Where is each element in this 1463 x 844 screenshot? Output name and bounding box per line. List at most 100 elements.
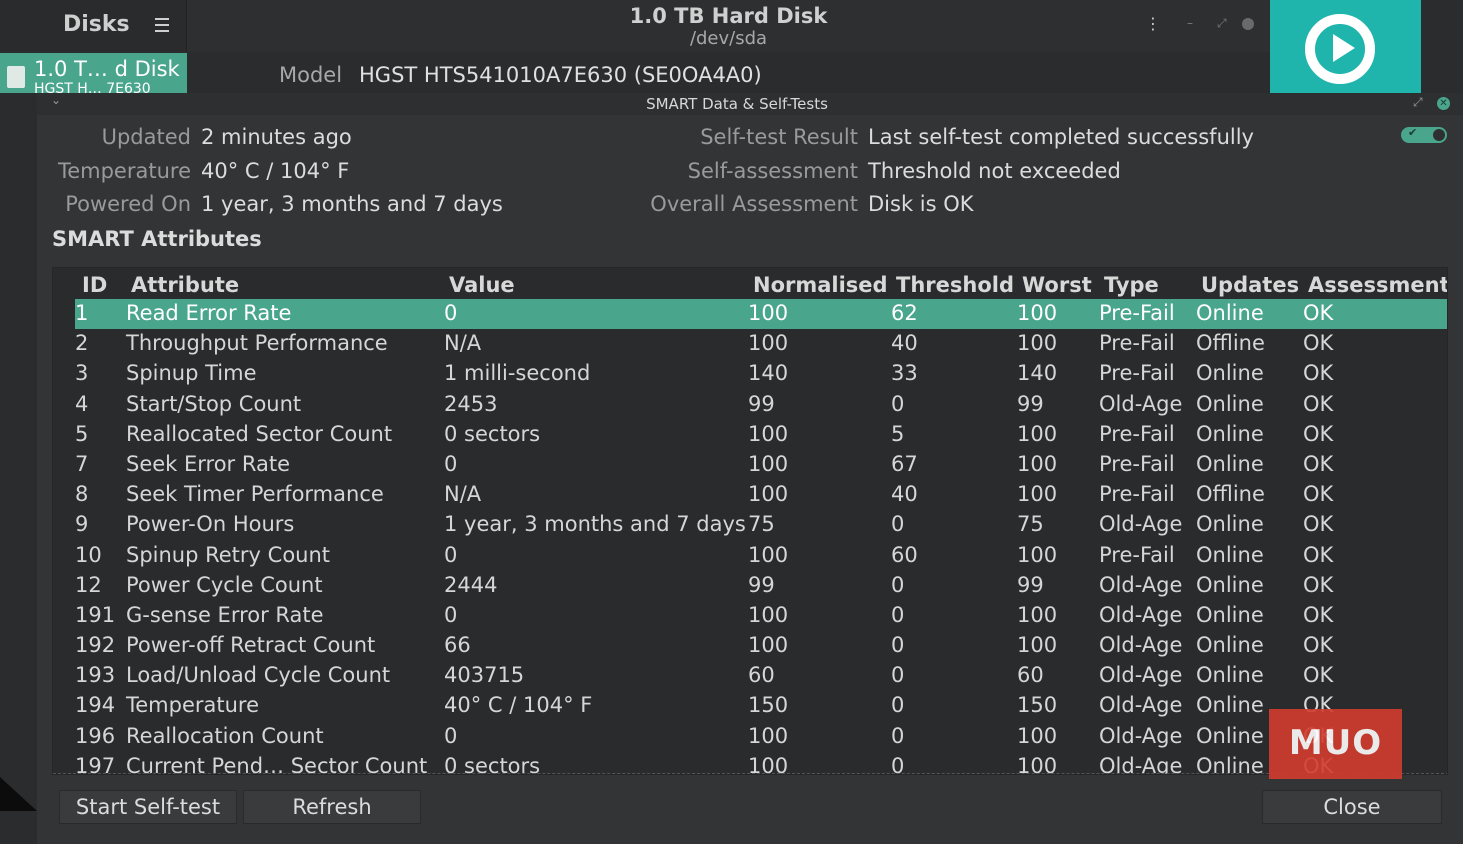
cell-worst: 100 xyxy=(1017,723,1058,748)
column-header-normalised[interactable]: Normalised xyxy=(753,273,888,297)
cell-type: Old-Age xyxy=(1099,633,1183,658)
table-row[interactable]: 4 Start/Stop Count 2453 99 0 99 Old-Age Online O… xyxy=(75,390,1447,420)
cell-threshold: 0 xyxy=(891,663,905,688)
cell-attribute: G-sense Error Rate xyxy=(126,602,324,627)
cell-type: Old-Age xyxy=(1099,512,1183,537)
cell-worst: 100 xyxy=(1017,482,1058,507)
cell-id: 2 xyxy=(75,331,89,356)
cell-value: 1 year, 3 months and 7 days xyxy=(444,512,746,537)
refresh-button[interactable]: Refresh xyxy=(243,790,421,824)
cell-normalised: 100 xyxy=(748,753,789,775)
minimize-icon[interactable]: – xyxy=(1187,16,1193,30)
cell-threshold: 5 xyxy=(891,421,905,446)
cell-worst: 100 xyxy=(1017,451,1058,476)
column-header-value[interactable]: Value xyxy=(449,273,515,297)
cell-worst: 100 xyxy=(1017,633,1058,658)
cell-id: 8 xyxy=(75,482,89,507)
cell-value: 0 sectors xyxy=(444,421,541,446)
cell-type: Old-Age xyxy=(1099,663,1183,688)
overall-assessment-label: Overall Assessment xyxy=(650,192,858,216)
sidebar-item-disk[interactable]: 1.0 T… d Disk HGST H… 7E630 xyxy=(0,53,187,93)
cell-assessment: OK xyxy=(1303,331,1334,356)
table-row[interactable]: 3 Spinup Time 1 milli-second 140 33 140 Pre-Fa… xyxy=(75,359,1447,389)
cell-updates: Online xyxy=(1196,301,1264,325)
cell-normalised: 99 xyxy=(748,391,775,416)
start-self-test-button[interactable]: Start Self-test xyxy=(59,790,237,824)
cell-id: 9 xyxy=(75,512,89,537)
smart-enabled-toggle[interactable]: ✔ xyxy=(1401,126,1447,143)
column-header-type[interactable]: Type xyxy=(1104,273,1159,297)
cell-attribute: Temperature xyxy=(126,693,260,718)
cell-id: 192 xyxy=(75,633,116,658)
table-row[interactable]: 196 Reallocation Count 0 100 0 100 Old-Age Onli… xyxy=(75,722,1447,752)
table-row[interactable]: 192 Power-off Retract Count 66 100 0 100 Old-A… xyxy=(75,631,1447,661)
table-row[interactable]: 193 Load/Unload Cycle Count 403715 60 0 60 Old… xyxy=(75,661,1447,691)
dialog-maximize-icon[interactable]: ⤢ xyxy=(1413,95,1423,110)
cell-assessment: OK xyxy=(1303,421,1334,446)
column-header-updates[interactable]: Updates xyxy=(1201,273,1299,297)
cell-assessment: OK xyxy=(1303,633,1334,658)
window-header: 1.0 TB Hard Disk /dev/sda ⋮ – ⤢ xyxy=(187,0,1270,52)
dialog-title: SMART Data & Self-Tests xyxy=(646,95,828,113)
cell-worst: 99 xyxy=(1017,572,1044,597)
cell-normalised: 100 xyxy=(748,331,789,356)
table-row[interactable]: 2 Throughput Performance N/A 100 40 100 Pre-Fa… xyxy=(75,329,1447,359)
cell-value: 403715 xyxy=(444,663,525,688)
cell-value: 0 xyxy=(444,602,458,627)
cell-type: Pre-Fail xyxy=(1099,542,1175,567)
cell-updates: Offline xyxy=(1196,482,1265,507)
table-row[interactable]: 9 Power-On Hours 1 year, 3 months and 7 da… xyxy=(75,510,1447,540)
kebab-menu-icon[interactable]: ⋮ xyxy=(1145,14,1161,33)
cell-normalised: 100 xyxy=(748,723,789,748)
cell-threshold: 0 xyxy=(891,753,905,775)
cell-value: 2444 xyxy=(444,572,498,597)
cell-type: Old-Age xyxy=(1099,572,1183,597)
table-row[interactable]: 7 Seek Error Rate 0 100 67 100 Pre-Fail Online O… xyxy=(75,450,1447,480)
maximize-icon[interactable]: ⤢ xyxy=(1217,16,1227,31)
cell-updates: Online xyxy=(1196,663,1264,688)
table-row[interactable]: 10 Spinup Retry Count 0 100 60 100 Pre-Fail Onl… xyxy=(75,541,1447,571)
column-header-attribute[interactable]: Attribute xyxy=(131,273,239,297)
close-button[interactable]: Close xyxy=(1262,790,1442,824)
cell-attribute: Read Error Rate xyxy=(126,301,292,325)
cell-updates: Online xyxy=(1196,633,1264,658)
table-row[interactable]: 197 Current Pend… Sector Count 0 sectors 10… xyxy=(75,752,1447,775)
self-test-result-label: Self-test Result xyxy=(700,125,858,149)
cell-threshold: 67 xyxy=(891,451,918,476)
table-row[interactable]: 5 Reallocated Sector Count 0 sectors 100 5 10… xyxy=(75,420,1447,450)
window-close-icon[interactable] xyxy=(1242,18,1254,30)
cell-value: 0 xyxy=(444,451,458,476)
cell-updates: Online xyxy=(1196,512,1264,537)
hamburger-menu-icon[interactable] xyxy=(155,18,169,36)
cell-threshold: 0 xyxy=(891,391,905,416)
dialog-close-icon[interactable]: ✕ xyxy=(1437,97,1450,110)
cell-type: Pre-Fail xyxy=(1099,301,1175,325)
cell-type: Old-Age xyxy=(1099,602,1183,627)
self-assessment-value: Threshold not exceeded xyxy=(868,159,1121,183)
table-row[interactable]: 8 Seek Timer Performance N/A 100 40 100 Pre-Fa… xyxy=(75,480,1447,510)
temperature-value: 40° C / 104° F xyxy=(201,159,350,183)
cell-worst: 140 xyxy=(1017,361,1058,386)
table-row[interactable]: 12 Power Cycle Count 2444 99 0 99 Old-Age Onlin… xyxy=(75,571,1447,601)
cell-updates: Online xyxy=(1196,421,1264,446)
updated-value: 2 minutes ago xyxy=(201,125,352,149)
sidebar-item-sublabel: HGST H… 7E630 xyxy=(34,81,151,93)
cell-updates: Offline xyxy=(1196,331,1265,356)
cell-type: Old-Age xyxy=(1099,723,1183,748)
column-header-worst[interactable]: Worst xyxy=(1022,273,1092,297)
cell-type: Old-Age xyxy=(1099,753,1183,775)
cell-threshold: 60 xyxy=(891,542,918,567)
cell-attribute: Current Pend… Sector Count xyxy=(126,753,428,775)
cell-type: Old-Age xyxy=(1099,391,1183,416)
cell-updates: Online xyxy=(1196,361,1264,386)
column-header-threshold[interactable]: Threshold xyxy=(896,273,1014,297)
column-header-id[interactable]: ID xyxy=(82,273,107,297)
column-header-assessment[interactable]: Assessment xyxy=(1308,273,1447,297)
sidebar-header: Disks xyxy=(0,0,187,52)
table-row[interactable]: 1 Read Error Rate 0 100 62 100 Pre-Fail Online O… xyxy=(75,299,1447,330)
window-title: 1.0 TB Hard Disk xyxy=(629,4,828,28)
hard-disk-icon xyxy=(7,66,25,88)
table-row[interactable]: 194 Temperature 40° C / 104° F 150 0 150 Old-A… xyxy=(75,691,1447,721)
cell-id: 1 xyxy=(75,301,89,325)
table-row[interactable]: 191 G-sense Error Rate 0 100 0 100 Old-Age Onli… xyxy=(75,601,1447,631)
